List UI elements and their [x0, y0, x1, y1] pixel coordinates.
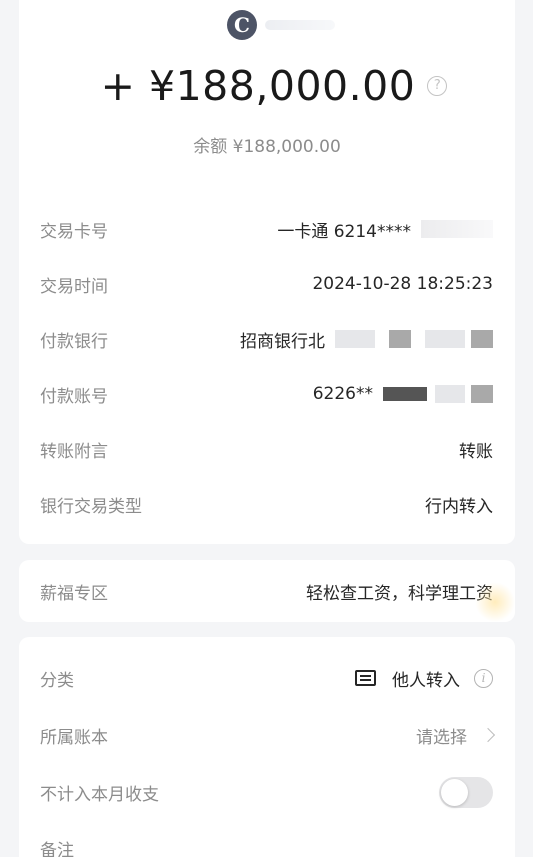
amount-row: + ¥188,000.00 ?: [19, 62, 515, 110]
salary-zone-card[interactable]: 薪福专区 轻松查工资，科学理工资: [19, 560, 515, 622]
ledger-selector[interactable]: 请选择: [416, 723, 496, 748]
blurred-bank-name: [265, 20, 335, 30]
detail-label: 付款银行: [40, 331, 108, 352]
detail-label: 付款账号: [40, 386, 108, 407]
masked-region: [335, 330, 375, 348]
masked-region: [383, 387, 427, 401]
detail-row-time: 交易时间 2024-10-28 18:25:23: [40, 269, 493, 299]
bank-logo-glyph: C: [234, 13, 250, 37]
masked-region: [425, 330, 465, 348]
detail-row-payer-bank: 付款银行 招商银行北: [40, 324, 493, 354]
detail-value: 招商银行北: [240, 327, 493, 352]
detail-label: 交易卡号: [40, 221, 108, 242]
balance-text: 余额 ¥188,000.00: [193, 137, 341, 157]
salary-zone-label: 薪福专区: [40, 583, 108, 604]
detail-row-payer-account: 付款账号 6226**: [40, 379, 493, 409]
card-number-value: 一卡通 6214****: [277, 221, 411, 242]
detail-label: 交易时间: [40, 276, 108, 297]
detail-row-remark: 转账附言 转账: [40, 434, 493, 464]
detail-row-transaction-type: 银行交易类型 行内转入: [40, 489, 493, 519]
bank-logo-icon: C: [227, 10, 257, 40]
payer-bank-value: 招商银行北: [240, 331, 325, 352]
salary-zone-row[interactable]: 薪福专区 轻松查工资，科学理工资: [40, 576, 493, 606]
detail-value: 行内转入: [425, 496, 493, 517]
ledger-placeholder: 请选择: [416, 727, 467, 748]
exclude-label: 不计入本月收支: [40, 784, 159, 805]
detail-label: 银行交易类型: [40, 496, 142, 517]
category-row[interactable]: 分类 他人转入 i: [40, 663, 493, 693]
note-label: 备注: [40, 840, 74, 857]
payer-account-value: 6226**: [312, 384, 373, 404]
category-label: 分类: [40, 670, 74, 691]
masked-region: [389, 330, 411, 348]
ledger-label: 所属账本: [40, 727, 108, 748]
detail-value: 2024-10-28 18:25:23: [312, 274, 493, 294]
exclude-row: 不计入本月收支: [40, 776, 493, 808]
chevron-right-icon: [480, 727, 496, 743]
transfer-icon: [355, 670, 376, 686]
salary-zone-link[interactable]: 轻松查工资，科学理工资: [306, 579, 493, 604]
toggle-knob: [441, 778, 468, 806]
masked-region: [421, 220, 493, 238]
sparkle-decoration: [475, 582, 515, 622]
exclude-toggle[interactable]: [439, 776, 493, 808]
category-text: 他人转入: [392, 670, 460, 691]
info-icon[interactable]: i: [474, 668, 493, 688]
detail-value: 6226**: [313, 384, 493, 404]
transaction-detail-card: C + ¥188,000.00 ? 余额 ¥188,000.00 交易卡号 一卡…: [19, 0, 515, 544]
detail-value: 一卡通 6214****: [277, 217, 493, 242]
ledger-row[interactable]: 所属账本 请选择: [40, 720, 496, 750]
detail-value: 转账: [459, 441, 493, 462]
help-icon[interactable]: ?: [427, 76, 448, 96]
masked-region: [435, 385, 465, 403]
settings-card: 分类 他人转入 i 所属账本 请选择 不计入本月收支 备注: [19, 637, 515, 857]
category-value[interactable]: 他人转入 i: [355, 666, 493, 691]
detail-label: 转账附言: [40, 441, 108, 462]
transaction-amount: + ¥188,000.00: [100, 62, 416, 110]
masked-region: [471, 385, 493, 403]
detail-row-card-number: 交易卡号 一卡通 6214****: [40, 214, 493, 244]
masked-region: [471, 330, 493, 348]
note-row[interactable]: 备注: [40, 833, 493, 857]
